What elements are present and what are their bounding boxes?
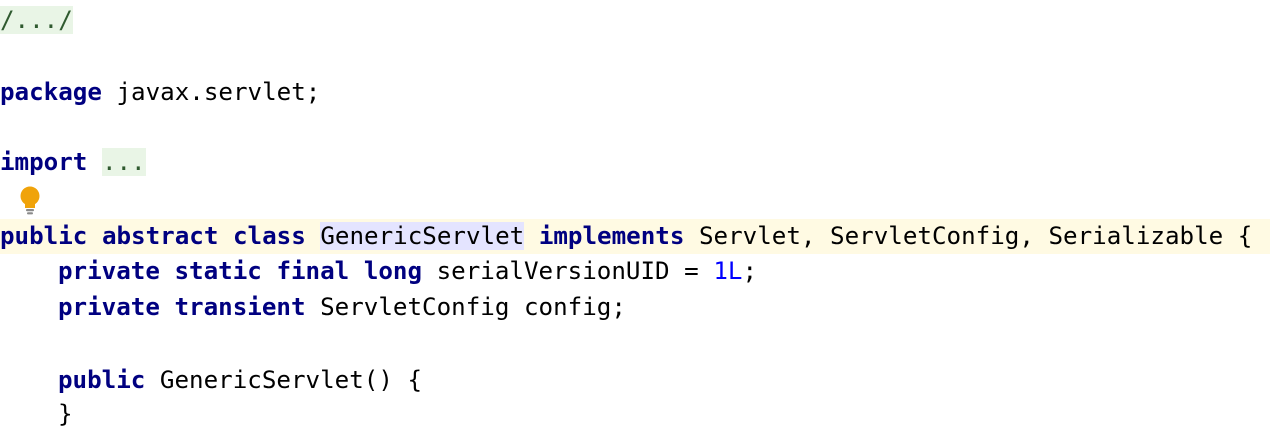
interfaces-list: Servlet, ServletConfig, Serializable { bbox=[684, 222, 1253, 250]
lightbulb-icon[interactable] bbox=[19, 186, 41, 216]
abstract-keyword: abstract bbox=[101, 222, 219, 250]
import-keyword: import bbox=[0, 148, 88, 176]
package-name: javax.servlet; bbox=[101, 78, 321, 106]
long-keyword: long bbox=[363, 257, 423, 285]
constructor-signature: GenericServlet() { bbox=[145, 366, 423, 394]
package-line: package javax.servlet; bbox=[0, 75, 1270, 110]
private-keyword: private bbox=[58, 293, 160, 321]
static-keyword: static bbox=[174, 257, 262, 285]
class-keyword: class bbox=[233, 222, 306, 250]
implements-keyword: implements bbox=[538, 222, 685, 250]
closing-brace-line: } bbox=[0, 397, 1270, 432]
statement-end: ; bbox=[742, 257, 757, 285]
package-keyword: package bbox=[0, 78, 102, 106]
numeric-literal: 1L bbox=[713, 257, 743, 285]
class-name[interactable]: GenericServlet bbox=[320, 222, 525, 250]
field-name: serialVersionUID = bbox=[422, 257, 714, 285]
import-fold[interactable]: ... bbox=[101, 148, 146, 176]
config-field-declaration: ServletConfig config; bbox=[305, 293, 626, 321]
class-declaration-line: public abstract class GenericServlet imp… bbox=[0, 219, 1270, 254]
serial-version-field-line: private static final long serialVersionU… bbox=[0, 254, 1270, 289]
private-keyword: private bbox=[58, 257, 160, 285]
closing-brace: } bbox=[58, 400, 73, 428]
final-keyword: final bbox=[276, 257, 350, 285]
file-header-line: /.../ bbox=[0, 3, 1270, 38]
constructor-line: public GenericServlet() { bbox=[0, 363, 1270, 398]
config-field-line: private transient ServletConfig config; bbox=[0, 290, 1270, 325]
transient-keyword: transient bbox=[174, 293, 306, 321]
public-keyword: public bbox=[58, 366, 146, 394]
file-header-fold[interactable]: /.../ bbox=[0, 6, 73, 34]
public-keyword: public bbox=[0, 222, 88, 250]
import-line: import ... bbox=[0, 145, 1270, 180]
